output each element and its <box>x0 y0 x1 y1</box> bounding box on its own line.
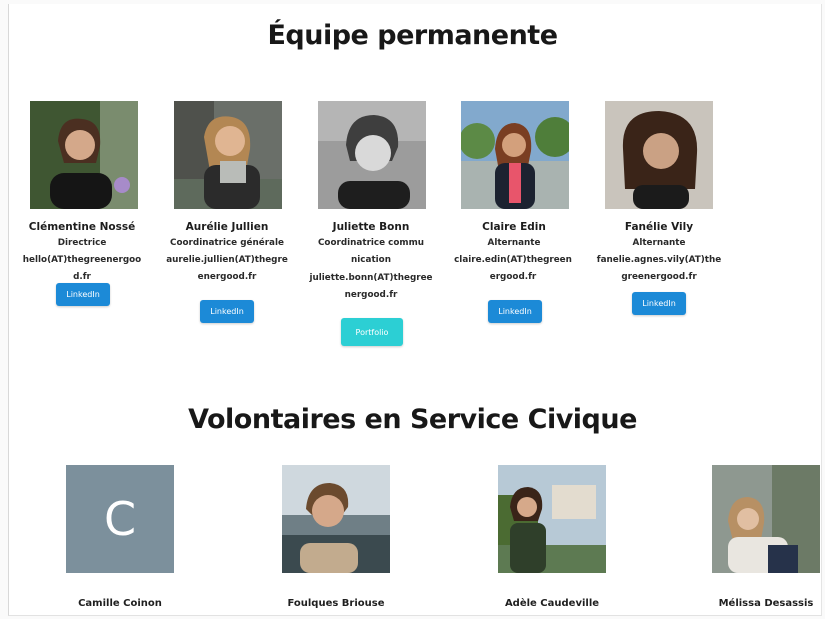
member-name: Fanélie Vily <box>624 221 694 233</box>
member-role: Alternante <box>487 238 541 248</box>
member-role: Alternante <box>632 238 686 248</box>
member-photo <box>461 101 569 209</box>
member-role: Coordinatrice communication <box>317 238 425 265</box>
linkedin-button[interactable]: LinkedIn <box>200 300 254 323</box>
member-email: juliette.bonn(AT)thegreenergood.fr <box>309 273 433 300</box>
member-role: Directrice <box>57 238 107 248</box>
member-name: Juliette Bonn <box>332 221 410 233</box>
section-title-permanent: Équipe permanente <box>267 20 558 51</box>
member-photo <box>318 101 426 209</box>
volunteer-photo <box>498 465 606 573</box>
member-name: Clémentine Nossé <box>28 221 136 233</box>
volunteer-name: Foulques Briouse <box>287 598 385 609</box>
volunteer-name: Camille Coinon <box>78 598 162 609</box>
member-name: Claire Edin <box>482 221 546 233</box>
member-email: claire.edin(AT)thegreenergood.fr <box>454 255 572 282</box>
linkedin-button[interactable]: LinkedIn <box>632 292 686 315</box>
member-photo <box>30 101 138 209</box>
member-email: aurelie.jullien(AT)thegreenergood.fr <box>166 255 288 282</box>
avatar-placeholder: C <box>66 465 174 573</box>
volunteer-photo <box>712 465 820 573</box>
member-name: Aurélie Jullien <box>185 221 269 233</box>
member-email: fanelie.agnes.vily(AT)thegreenergood.fr <box>596 255 722 282</box>
portfolio-button[interactable]: Portfolio <box>341 318 403 346</box>
member-photo <box>174 101 282 209</box>
member-photo <box>605 101 713 209</box>
volunteer-name: Mélissa Desassis <box>718 598 814 609</box>
linkedin-button[interactable]: LinkedIn <box>488 300 542 323</box>
member-role: Coordinatrice générale <box>170 238 284 248</box>
volunteer-name: Adèle Caudeville <box>504 598 600 609</box>
section-title-volunteers: Volontaires en Service Civique <box>188 404 637 435</box>
volunteer-photo <box>282 465 390 573</box>
linkedin-button[interactable]: LinkedIn <box>56 283 110 306</box>
member-email: hello(AT)thegreenergood.fr <box>22 255 142 282</box>
